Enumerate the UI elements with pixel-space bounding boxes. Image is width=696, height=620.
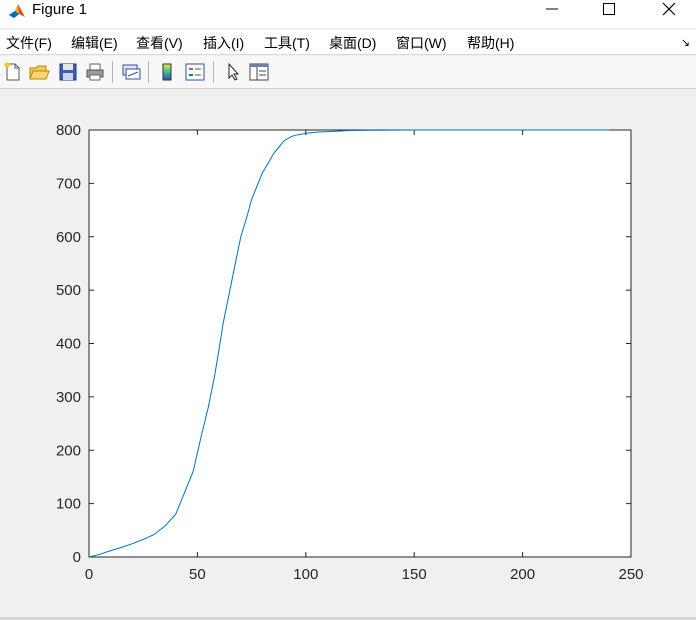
menu-file[interactable]: 文件(F) xyxy=(6,33,52,53)
x-tick-label: 150 xyxy=(402,566,427,583)
menu-help[interactable]: 帮助(H) xyxy=(467,33,514,53)
insert-colorbar-icon[interactable] xyxy=(156,61,178,83)
menu-bar: 文件(F) 编辑(E) 查看(V) 插入(I) 工具(T) 桌面(D) 窗口(W… xyxy=(0,30,696,55)
y-tick-label: 400 xyxy=(56,336,81,353)
toolbar-separator xyxy=(213,61,214,83)
menu-edit[interactable]: 编辑(E) xyxy=(71,33,118,53)
dock-arrow-icon[interactable]: ↘ xyxy=(681,36,690,49)
y-tick-label: 600 xyxy=(56,229,81,246)
toolbar-separator xyxy=(112,61,113,83)
y-tick-label: 300 xyxy=(56,389,81,406)
minimize-button[interactable] xyxy=(528,0,574,24)
x-tick-label: 0 xyxy=(85,566,93,583)
y-tick-label: 500 xyxy=(56,282,81,299)
menu-view[interactable]: 查看(V) xyxy=(136,33,183,53)
insert-legend-icon[interactable] xyxy=(184,61,206,83)
minimize-icon xyxy=(546,8,558,10)
maximize-button[interactable] xyxy=(585,0,631,24)
y-tick-label: 0 xyxy=(73,549,81,566)
menu-window[interactable]: 窗口(W) xyxy=(396,33,447,53)
toolbar xyxy=(0,56,696,89)
close-icon xyxy=(662,2,676,16)
x-tick-label: 50 xyxy=(189,566,206,583)
print-icon[interactable] xyxy=(84,61,106,83)
menu-tools[interactable]: 工具(T) xyxy=(264,33,310,53)
window-title: Figure 1 xyxy=(32,1,88,18)
close-button[interactable] xyxy=(645,0,691,24)
x-tick-label: 250 xyxy=(618,566,643,583)
y-tick-label: 700 xyxy=(56,175,81,192)
y-tick-label: 800 xyxy=(56,122,81,139)
save-icon[interactable] xyxy=(57,61,79,83)
y-tick-label: 200 xyxy=(56,442,81,459)
axes-background xyxy=(88,129,632,558)
property-inspector-icon[interactable] xyxy=(248,61,270,83)
x-tick-label: 200 xyxy=(510,566,535,583)
menu-desktop[interactable]: 桌面(D) xyxy=(329,33,376,53)
matlab-logo-icon xyxy=(9,4,25,18)
maximize-icon xyxy=(603,3,615,15)
menu-insert[interactable]: 插入(I) xyxy=(203,33,244,53)
title-bar: Figure 1 xyxy=(0,0,696,28)
x-tick-label: 100 xyxy=(293,566,318,583)
link-plot-icon[interactable] xyxy=(120,61,142,83)
open-file-icon[interactable] xyxy=(28,61,50,83)
toolbar-separator xyxy=(148,61,149,83)
y-tick-label: 100 xyxy=(56,496,81,513)
line-chart: 0 50 100 150 200 250 0 100 200 300 400 500 600 700 800 xyxy=(56,122,644,583)
figure-canvas: 0 50 100 150 200 250 0 100 200 300 400 500 600 700 800 xyxy=(0,89,696,617)
edit-plot-arrow-icon[interactable] xyxy=(222,61,244,83)
new-figure-icon[interactable] xyxy=(2,61,24,83)
